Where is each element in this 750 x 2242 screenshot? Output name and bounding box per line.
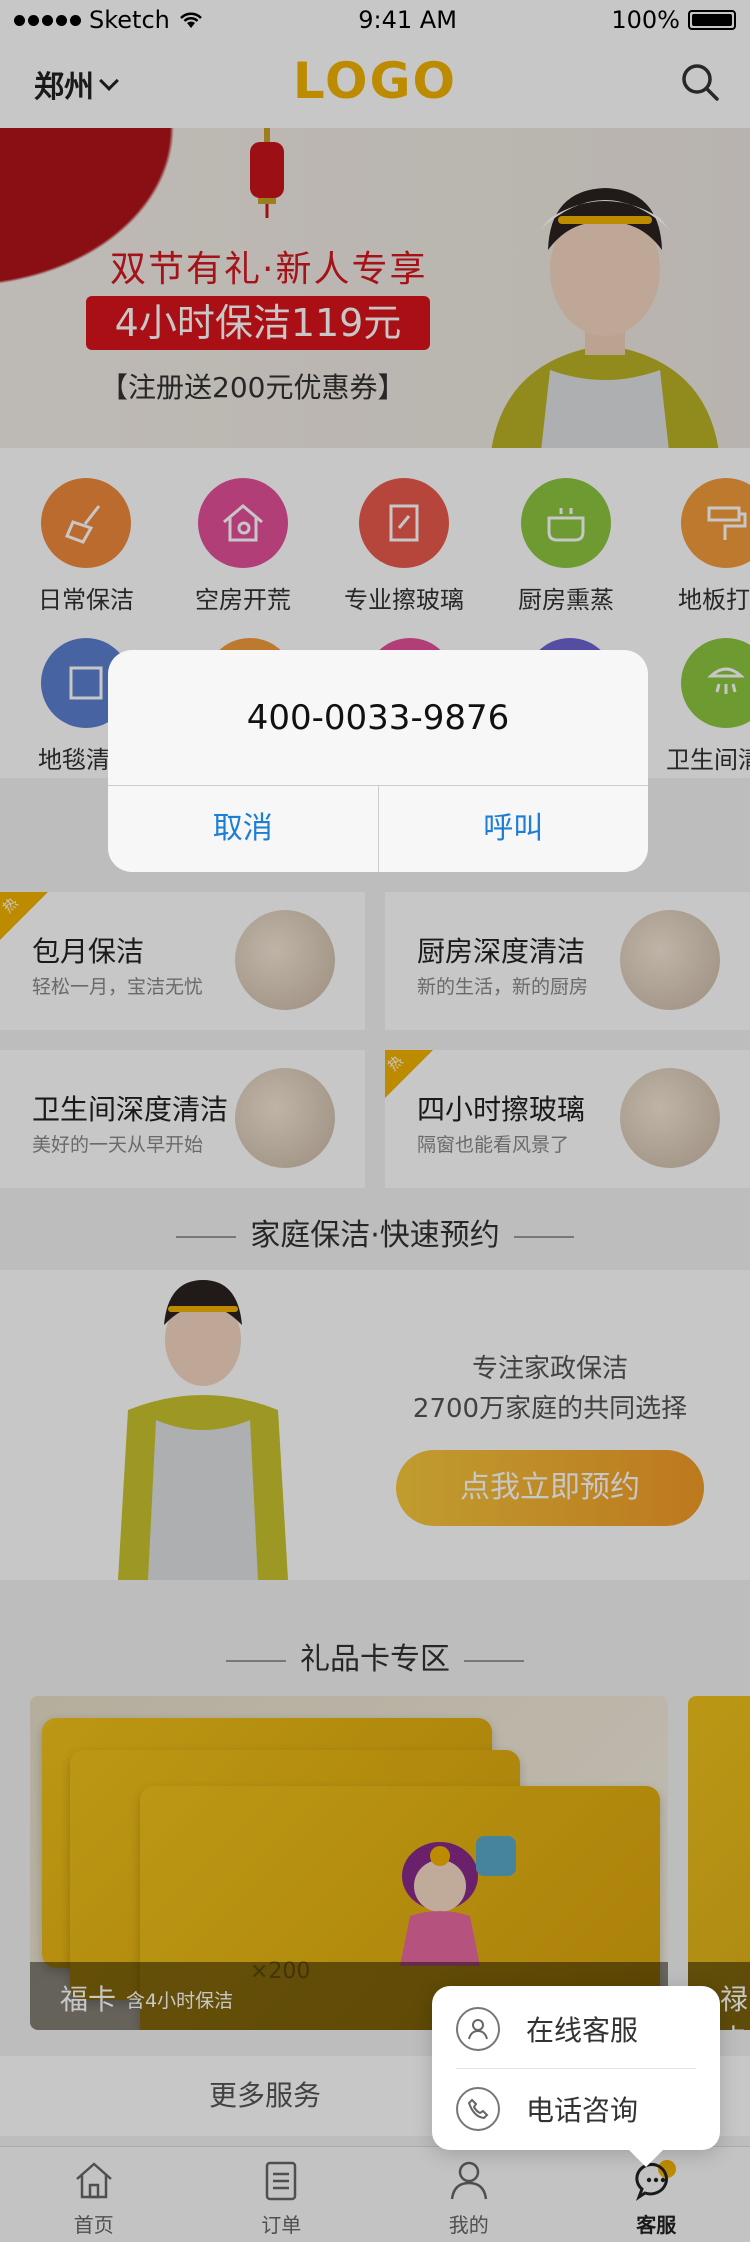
call-button[interactable]: 呼叫 (377, 786, 649, 872)
phone-consult-option[interactable]: 电话咨询 (456, 2070, 696, 2148)
divider (456, 2068, 696, 2069)
phone-consult-label: 电话咨询 (526, 2094, 639, 2127)
agent-icon (456, 2007, 500, 2051)
cancel-button[interactable]: 取消 (108, 786, 378, 872)
modal-backdrop[interactable] (0, 0, 750, 2242)
online-service-option[interactable]: 在线客服 (456, 1990, 696, 2068)
service-popup-menu: 在线客服 电话咨询 (432, 1986, 720, 2150)
phone-icon (456, 2087, 500, 2131)
online-service-label: 在线客服 (526, 2014, 639, 2047)
call-dialog: 400-0033-9876 取消 呼叫 (108, 650, 648, 872)
phone-number: 400-0033-9876 (108, 650, 648, 786)
